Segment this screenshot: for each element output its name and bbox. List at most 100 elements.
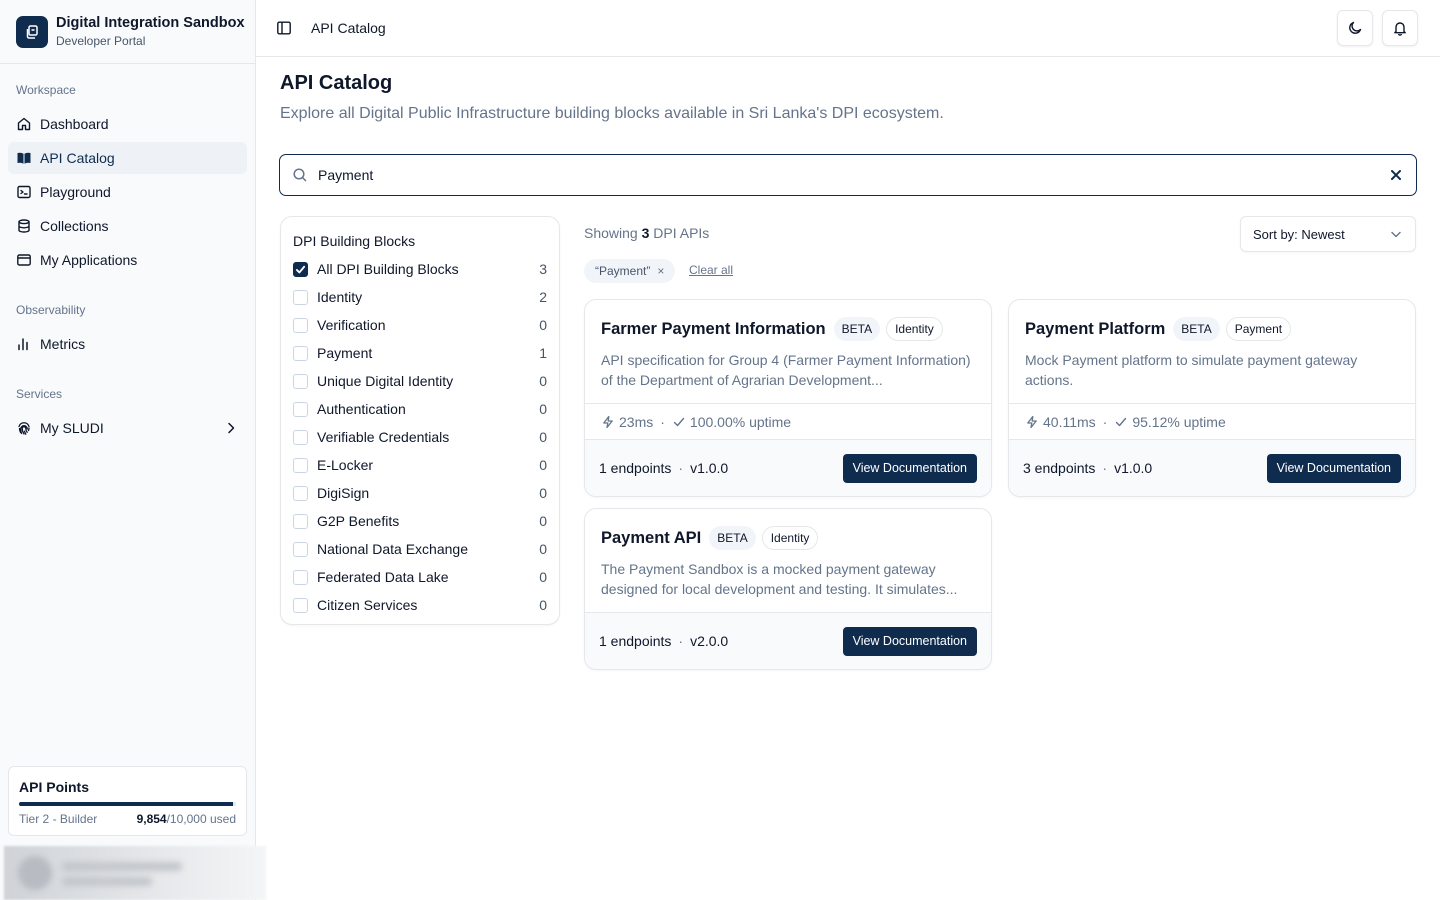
api-card[interactable]: Payment Platform BETA Payment Mock Payme…: [1008, 299, 1416, 497]
brand-title: Digital Integration Sandbox: [56, 14, 245, 31]
filter-option-label: Unique Digital Identity: [317, 373, 454, 389]
search-input[interactable]: [318, 167, 1388, 183]
filter-option-label: E-Locker: [317, 457, 374, 473]
sidebar-item-label: Collections: [40, 218, 109, 234]
filter-option[interactable]: Unique Digital Identity 0: [293, 367, 547, 395]
filter-checkbox[interactable]: [293, 401, 308, 417]
filter-option[interactable]: Citizen Services 0: [293, 591, 547, 619]
active-filter-chip[interactable]: “Payment” ×: [584, 259, 676, 283]
sidebar-item-my-sludi[interactable]: My SLUDI: [8, 412, 247, 444]
filter-option-count: 3: [539, 261, 547, 277]
user-profile-blurred[interactable]: [4, 846, 266, 900]
sidebar-item-api-catalog[interactable]: API Catalog: [8, 142, 247, 174]
sidebar-item-dashboard[interactable]: Dashboard: [8, 108, 247, 140]
sidebar-toggle-button[interactable]: [270, 14, 298, 42]
filter-option[interactable]: Verification 0: [293, 311, 547, 339]
sidebar: Digital Integration Sandbox Developer Po…: [0, 0, 266, 900]
filter-option[interactable]: Verifiable Credentials 0: [293, 423, 547, 451]
clear-search-button[interactable]: [1388, 167, 1404, 183]
app-window-icon: [17, 254, 31, 266]
filter-checkbox[interactable]: [293, 261, 308, 277]
sidebar-item-label: My SLUDI: [40, 420, 104, 436]
uptime: 100.00% uptime: [689, 413, 792, 430]
category-badge: Payment: [1225, 317, 1292, 341]
filter-option[interactable]: National Data Exchange 0: [293, 535, 547, 563]
breadcrumb[interactable]: API Catalog: [311, 20, 386, 36]
filter-option-label: Verification: [317, 317, 386, 333]
api-card-stats: 40.11ms · 95.12% uptime: [1009, 403, 1415, 439]
brand[interactable]: Digital Integration Sandbox Developer Po…: [0, 0, 255, 64]
filter-panel: DPI Building Blocks All DPI Building Blo…: [280, 216, 560, 625]
filter-checkbox[interactable]: [293, 373, 308, 389]
sidebar-item-label: API Catalog: [40, 150, 115, 166]
filter-option-label: Verifiable Credentials: [317, 429, 450, 445]
filter-option-label: Citizen Services: [317, 597, 418, 613]
filter-option-label: Identity: [317, 289, 363, 305]
category-badge: Identity: [761, 526, 819, 550]
avatar: [18, 856, 52, 890]
results-count: Showing 3 DPI APIs: [584, 225, 710, 241]
filter-option[interactable]: Federated Data Lake 0: [293, 563, 547, 591]
filter-option[interactable]: Identity 2: [293, 283, 547, 311]
api-version: v1.0.0: [690, 460, 729, 476]
chevron-right-icon: [228, 422, 235, 434]
api-card[interactable]: Payment API BETA Identity The Payment Sa…: [584, 508, 992, 670]
check-icon: [295, 265, 306, 273]
filter-option[interactable]: Authentication 0: [293, 395, 547, 423]
sidebar-item-collections[interactable]: Collections: [8, 210, 247, 242]
filter-option[interactable]: DigiSign 0: [293, 479, 547, 507]
notifications-button[interactable]: [1382, 10, 1418, 46]
filter-option-count: 0: [539, 485, 547, 501]
api-card-title[interactable]: Payment API: [601, 529, 701, 548]
sidebar-item-label: Dashboard: [40, 116, 109, 132]
sort-select[interactable]: Sort by: Newest: [1240, 216, 1416, 252]
endpoint-count: 1 endpoints: [599, 633, 672, 649]
filter-option-count: 0: [539, 373, 547, 389]
filter-option[interactable]: G2P Benefits 0: [293, 507, 547, 535]
clear-all-link[interactable]: Clear all: [689, 263, 733, 277]
chip-remove-icon[interactable]: ×: [657, 264, 664, 278]
search-box[interactable]: [279, 154, 1417, 196]
filter-checkbox[interactable]: [293, 597, 308, 613]
filter-option[interactable]: Payment 1: [293, 339, 547, 367]
bar-chart-icon: [18, 338, 28, 351]
api-card-stats: 23ms · 100.00% uptime: [585, 403, 991, 439]
theme-toggle-button[interactable]: [1337, 10, 1373, 46]
sidebar-item-playground[interactable]: Playground: [8, 176, 247, 208]
fingerprint-icon: [18, 422, 30, 435]
api-points-title: API Points: [19, 779, 90, 795]
bell-icon: [1394, 22, 1406, 36]
beta-badge: BETA: [709, 526, 756, 550]
view-documentation-button[interactable]: View Documentation: [842, 626, 977, 656]
filter-checkbox[interactable]: [293, 569, 308, 585]
filter-checkbox[interactable]: [293, 457, 308, 473]
sidebar-item-my-applications[interactable]: My Applications: [8, 244, 247, 276]
chevron-down-icon: [1391, 231, 1401, 238]
filter-checkbox[interactable]: [293, 345, 308, 361]
api-card-title[interactable]: Farmer Payment Information: [601, 320, 826, 339]
endpoint-count: 3 endpoints: [1023, 460, 1096, 476]
category-badge: Identity: [886, 317, 943, 341]
filter-option-label: G2P Benefits: [317, 513, 400, 529]
home-icon: [17, 117, 31, 131]
filter-option[interactable]: All DPI Building Blocks 3: [293, 255, 547, 283]
moon-icon: [1349, 21, 1362, 34]
terminal-icon: [17, 185, 31, 199]
view-documentation-button[interactable]: View Documentation: [842, 453, 977, 483]
filter-option-label: DigiSign: [317, 485, 370, 501]
sidebar-item-metrics[interactable]: Metrics: [8, 328, 247, 360]
filter-option-count: 0: [539, 597, 547, 613]
filter-checkbox[interactable]: [293, 541, 308, 557]
api-card-title[interactable]: Payment Platform: [1025, 320, 1165, 339]
api-card[interactable]: Farmer Payment Information BETA Identity…: [584, 299, 992, 497]
filter-checkbox[interactable]: [293, 513, 308, 529]
filter-checkbox[interactable]: [293, 485, 308, 501]
filter-checkbox[interactable]: [293, 317, 308, 333]
filter-checkbox[interactable]: [293, 289, 308, 305]
api-points-usage: 9,854/10,000 used: [136, 812, 236, 826]
view-documentation-button[interactable]: View Documentation: [1266, 453, 1401, 483]
api-points-tier: Tier 2 - Builder: [19, 812, 98, 826]
filter-option[interactable]: E-Locker 0: [293, 451, 547, 479]
filter-checkbox[interactable]: [293, 429, 308, 445]
filter-option-label: Federated Data Lake: [317, 569, 449, 585]
